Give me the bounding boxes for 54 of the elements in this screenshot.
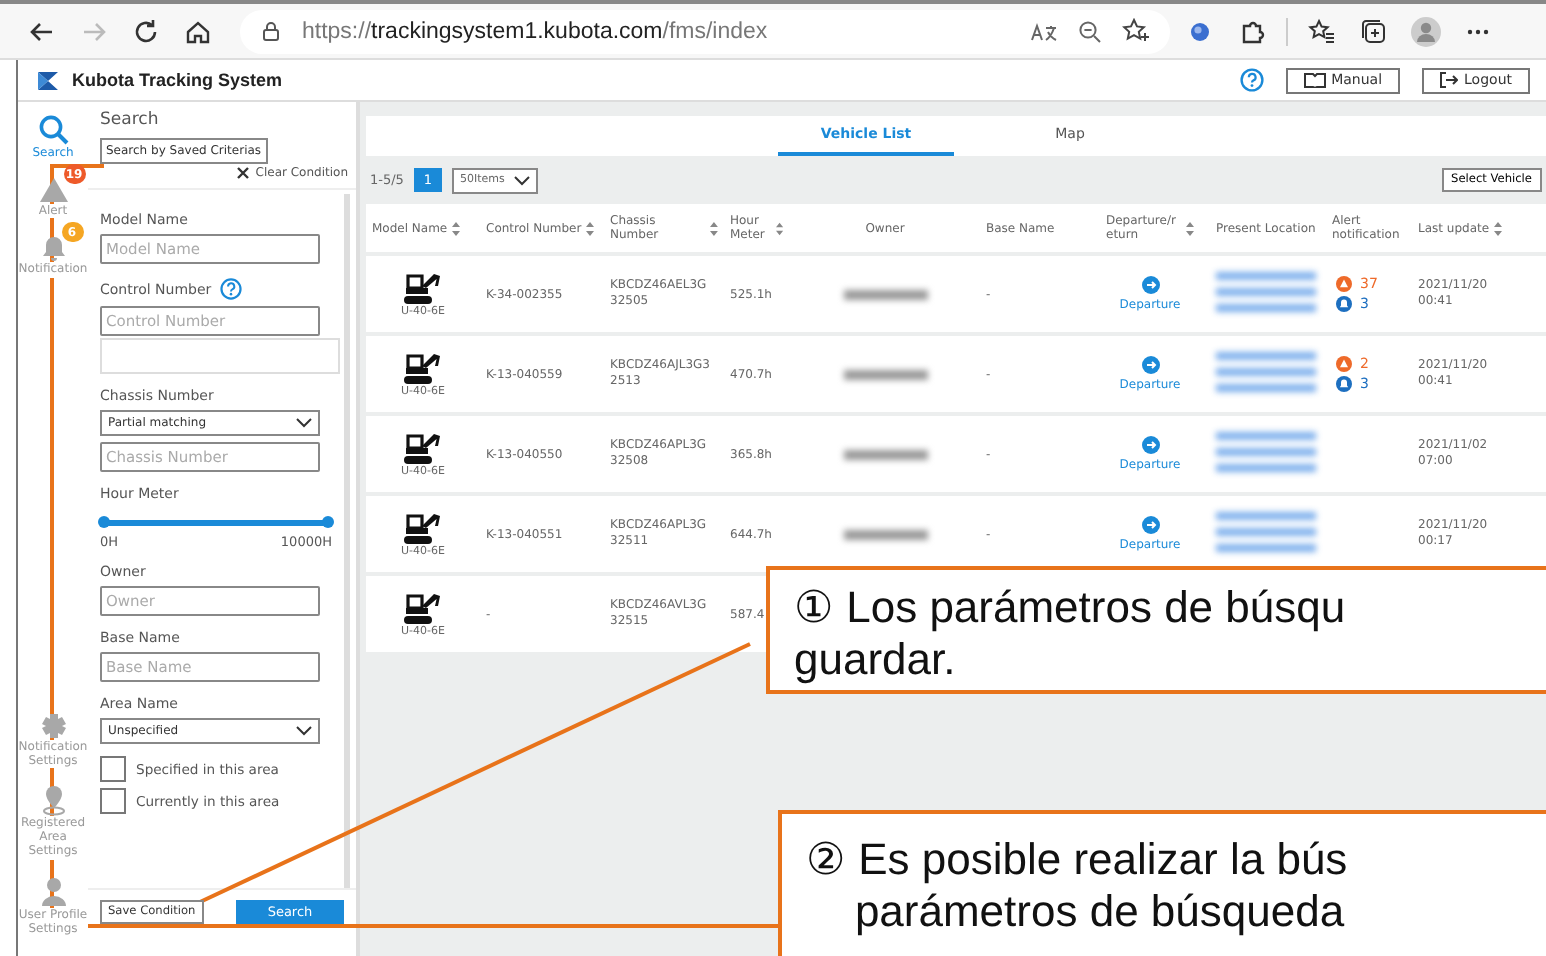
sort-icon[interactable] xyxy=(1493,221,1502,235)
warning-icon xyxy=(37,176,69,205)
pin-icon xyxy=(39,784,67,817)
excavator-icon xyxy=(401,590,445,626)
blurred-text xyxy=(1216,352,1316,396)
blurred-text xyxy=(1216,512,1316,556)
warning-icon xyxy=(1336,276,1352,292)
chevron-down-icon xyxy=(296,418,312,428)
logo-icon xyxy=(34,67,62,93)
blurred-text xyxy=(843,369,927,379)
blurred-text xyxy=(1216,272,1316,316)
excavator-icon xyxy=(401,270,445,306)
sort-icon[interactable] xyxy=(451,221,460,235)
range-slider[interactable] xyxy=(104,520,328,526)
panel-title: Search xyxy=(98,108,161,130)
bell-icon xyxy=(1336,296,1352,312)
app-title: Kubota Tracking System xyxy=(72,70,283,90)
favorite-add-icon[interactable] xyxy=(1122,18,1150,44)
close-icon xyxy=(235,166,250,180)
zoom-icon[interactable] xyxy=(1078,19,1102,43)
excavator-icon xyxy=(401,350,445,386)
checkbox[interactable] xyxy=(100,756,126,782)
blurred-text xyxy=(843,289,927,299)
help-icon[interactable] xyxy=(1239,68,1264,92)
chevron-down-icon xyxy=(514,175,531,185)
chevron-down-icon xyxy=(296,726,312,736)
departure-icon xyxy=(1141,516,1159,534)
logout-icon xyxy=(1440,72,1459,88)
departure-icon xyxy=(1141,276,1159,294)
book-icon xyxy=(1303,72,1326,88)
sort-icon[interactable] xyxy=(710,221,718,235)
sort-icon[interactable] xyxy=(585,221,594,235)
translate-icon[interactable] xyxy=(1030,19,1058,43)
search-icon xyxy=(37,114,69,146)
excavator-icon xyxy=(401,510,445,546)
warning-icon xyxy=(1336,356,1352,372)
sort-icon[interactable] xyxy=(1186,221,1194,235)
callout-text: ② Es posible realizar la bús parámetros de búsqueda xyxy=(778,810,1546,956)
blurred-text xyxy=(843,529,927,539)
excavator-icon xyxy=(401,430,445,466)
help-icon[interactable] xyxy=(219,278,242,300)
callout-text: ① Los parámetros de búsqu guardar. xyxy=(766,566,1546,694)
departure-icon xyxy=(1141,356,1159,374)
sort-icon[interactable] xyxy=(776,221,784,235)
user-icon xyxy=(39,875,67,908)
lock-icon xyxy=(260,20,282,42)
checkbox[interactable] xyxy=(100,788,126,814)
blurred-text xyxy=(1216,432,1316,476)
address-field[interactable]: https://trackingsystem1.kubota.com/fms/index xyxy=(240,9,1170,53)
gear-icon xyxy=(39,711,67,740)
bell-icon xyxy=(39,234,67,263)
bell-icon xyxy=(1336,376,1352,392)
blurred-text xyxy=(843,449,927,459)
departure-icon xyxy=(1141,436,1159,454)
